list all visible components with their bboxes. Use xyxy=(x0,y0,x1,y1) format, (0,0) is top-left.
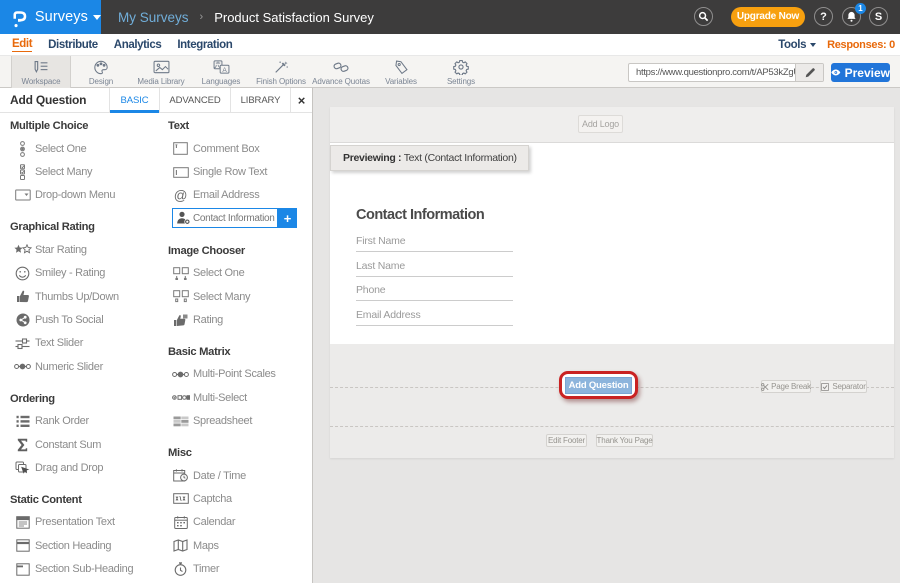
svg-text:A: A xyxy=(222,67,227,74)
